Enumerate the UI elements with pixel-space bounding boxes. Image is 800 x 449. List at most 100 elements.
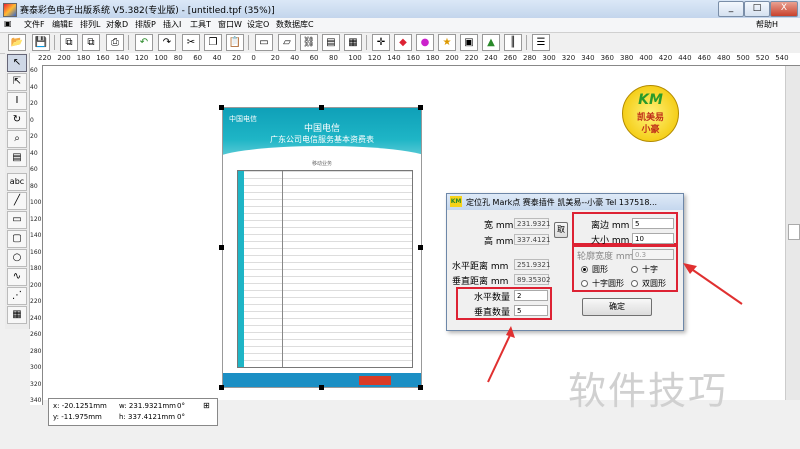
link-icon[interactable]: ⛓ (300, 34, 318, 51)
ruler-tick: 160 (406, 54, 420, 62)
shape-cross-radio[interactable] (631, 266, 638, 273)
shape-crosscircle-radio[interactable] (581, 280, 588, 287)
open-icon[interactable]: 📂 (8, 34, 26, 51)
copy-icon[interactable]: ❐ (204, 34, 222, 51)
shape-doublecircle-radio[interactable] (631, 280, 638, 287)
menu-insert[interactable]: 插入I (163, 19, 181, 30)
size-field[interactable]: 10 (632, 233, 674, 244)
shape-circle-label[interactable]: 圆形 (592, 264, 608, 275)
selection-handle[interactable] (219, 385, 224, 390)
menu-edit[interactable]: 编辑E (52, 19, 73, 30)
ruler-tick: 0 (30, 116, 34, 124)
horizontal-ruler: 220 200 180 160 140 120 100 80 60 40 20 0 20 40 60 80 10… (30, 53, 800, 66)
height-field[interactable]: 337.4121 (514, 234, 550, 245)
menu-tools[interactable]: 工具T (190, 19, 211, 30)
vertical-scrollbar[interactable] (785, 66, 800, 400)
shape-crosscircle-label[interactable]: 十字圆形 (592, 278, 624, 289)
ungroup-icon[interactable]: ▦ (344, 34, 362, 51)
frame-icon[interactable]: ▭ (255, 34, 273, 51)
dialog-title: 定位孔 Mark点 赛泰插件 凯美易--小豪 Tel 137518... (466, 198, 658, 207)
properties-icon[interactable]: ☰ (532, 34, 550, 51)
text-tool-icon[interactable]: abc (7, 173, 27, 191)
selection-handle[interactable] (219, 105, 224, 110)
star-icon[interactable]: ★ (438, 34, 456, 51)
fetch-button[interactable]: 取 (554, 222, 568, 238)
vcount-field[interactable]: 5 (514, 305, 548, 316)
ruler-tick: 180 (426, 54, 440, 62)
curve-tool-icon[interactable]: ∿ (7, 268, 27, 286)
shapes-icon[interactable]: ◆ (394, 34, 412, 51)
ruler-tick: 100 (348, 54, 362, 62)
selection-handle[interactable] (319, 385, 324, 390)
coords-toggle-icon[interactable]: ⊞ (203, 401, 210, 410)
color-icon[interactable]: ● (416, 34, 434, 51)
chart-icon[interactable]: ▲ (482, 34, 500, 51)
import-icon[interactable]: ⧉ (60, 34, 78, 51)
paste-icon[interactable]: 📋 (226, 34, 244, 51)
table-tool-icon[interactable]: ▦ (7, 306, 27, 324)
ruler-tick: 400 (639, 54, 653, 62)
selection-handle[interactable] (418, 105, 423, 110)
menu-icon[interactable]: ▣ (4, 19, 12, 28)
width-field[interactable]: 231.9321 (514, 218, 550, 229)
poster-section: 移动业务 (311, 161, 332, 167)
minimize-button[interactable]: _ (718, 1, 744, 17)
node-select-icon[interactable]: ⇱ (7, 73, 27, 91)
hcount-field[interactable]: 2 (514, 290, 548, 301)
image-icon[interactable]: ▣ (460, 34, 478, 51)
ellipse-tool-icon[interactable]: ○ (7, 249, 27, 267)
move-icon[interactable]: ✛ (372, 34, 390, 51)
selection-handle[interactable] (219, 245, 224, 250)
selection-handle[interactable] (319, 105, 324, 110)
margin-field[interactable]: 5 (632, 218, 674, 229)
rectangle-tool-icon[interactable]: ▭ (7, 211, 27, 229)
ok-button[interactable]: 确定 (582, 298, 652, 316)
document-icon[interactable]: ▤ (7, 149, 27, 167)
redo-icon[interactable]: ↷ (158, 34, 176, 51)
selection-handle[interactable] (418, 385, 423, 390)
export-icon[interactable]: ⧉ (82, 34, 100, 51)
menu-layout[interactable]: 排版P (135, 19, 156, 30)
zoom-icon[interactable]: ⌕ (7, 130, 27, 148)
menu-arrange[interactable]: 排列L (80, 19, 100, 30)
close-button[interactable]: X (770, 1, 798, 17)
ruler-tick: 100 (30, 199, 42, 206)
outline-field[interactable]: 0.3 (632, 249, 674, 260)
undo-icon[interactable]: ↶ (135, 34, 153, 51)
select-arrow-icon[interactable]: ↖ (7, 54, 27, 72)
text-cursor-icon[interactable]: I (7, 92, 27, 110)
frame2-icon[interactable]: ▱ (278, 34, 296, 51)
polyline-tool-icon[interactable]: ⋰ (7, 287, 27, 305)
print-icon[interactable]: ⎙ (106, 34, 124, 51)
menu-object[interactable]: 对象D (106, 19, 128, 30)
ruler-tick: 120 (30, 215, 42, 223)
hdist-field[interactable]: 251.9321 (514, 259, 550, 270)
ruler-tick: 440 (678, 54, 692, 62)
ruler-tick: 500 (736, 54, 750, 62)
selection-handle[interactable] (418, 245, 423, 250)
logo-mark: KM (638, 92, 663, 108)
coordinates-panel: x: -20.1251mm w: 231.9321mm 0° y: -11.97… (48, 398, 218, 426)
ruler-tick: 120 (135, 54, 149, 62)
shape-doublecircle-label[interactable]: 双圆形 (642, 278, 666, 289)
vdist-field[interactable]: 89.35302 (514, 274, 550, 285)
poster-title: 中国电信 (303, 124, 340, 134)
save-icon[interactable]: 💾 (32, 34, 50, 51)
group-icon[interactable]: ▤ (322, 34, 340, 51)
scrollbar-thumb[interactable] (788, 224, 800, 240)
shape-cross-label[interactable]: 十字 (642, 264, 658, 275)
line-tool-icon[interactable]: ╱ (7, 192, 27, 210)
ruler-tick: 20 (232, 54, 241, 62)
menu-help[interactable]: 帮助H (756, 19, 778, 30)
rotate-icon[interactable]: ↻ (7, 111, 27, 129)
shape-circle-radio[interactable] (581, 266, 588, 273)
cut-icon[interactable]: ✂ (182, 34, 200, 51)
menu-database[interactable]: 数数据库C (276, 19, 314, 30)
barcode-icon[interactable]: ║ (504, 34, 522, 51)
menu-window[interactable]: 窗口W (218, 19, 242, 30)
menu-file[interactable]: 文件F (24, 19, 45, 30)
rounded-rect-tool-icon[interactable]: ▢ (7, 230, 27, 248)
maximize-button[interactable]: □ (744, 1, 770, 17)
menu-settings[interactable]: 设定O (247, 19, 269, 30)
poster-page[interactable]: 中国电信 中国电信 广东公司电信服务基本资费表 移动业务 (222, 107, 422, 388)
